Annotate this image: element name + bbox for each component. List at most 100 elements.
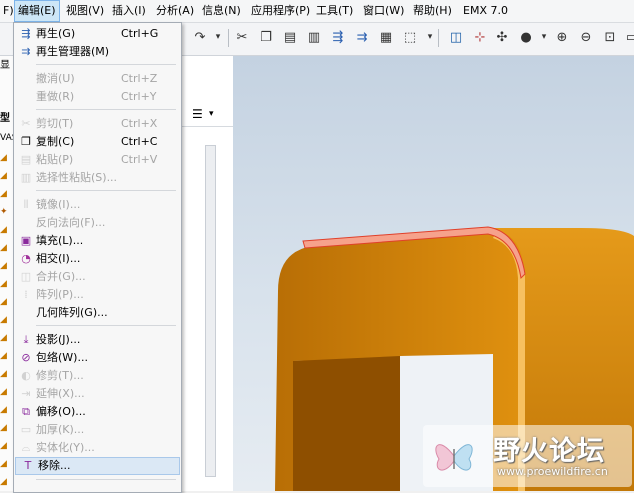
menu-insert[interactable]: 插入(I): [109, 0, 149, 22]
feature-icon[interactable]: ◢: [0, 333, 10, 343]
menu-item-project[interactable]: ⤓ 投影(J)...: [14, 331, 181, 349]
menu-item-cut[interactable]: ✂ 剪切(T) Ctrl+X: [14, 115, 181, 133]
watermark-title: 野火论坛: [493, 436, 605, 467]
menu-item-regenerate[interactable]: ⇶ 再生(G) Ctrl+G: [14, 25, 181, 43]
select-dropdown-icon[interactable]: ▾: [420, 27, 440, 47]
menu-item-shortcut: Ctrl+V: [121, 153, 158, 166]
menu-item-label: 合并(G)...: [36, 270, 86, 283]
menu-item-paste[interactable]: ▤ 粘贴(P) Ctrl+V: [14, 151, 181, 169]
menu-item-label: 包络(W)...: [36, 351, 88, 364]
feature-icon[interactable]: ◢: [0, 297, 10, 307]
menu-item-shortcut: Ctrl+C: [121, 135, 158, 148]
tree-settings-dropdown-icon[interactable]: ▾: [209, 109, 214, 119]
menu-item-label: 复制(C): [36, 135, 75, 148]
menu-tools[interactable]: 工具(T): [313, 0, 356, 22]
feature-icon[interactable]: ◢: [0, 225, 10, 235]
paste-special-icon[interactable]: ▥: [304, 27, 324, 47]
intersect-icon: ◔: [21, 252, 31, 265]
copy-icon: ❐: [21, 135, 31, 148]
menu-item-offset[interactable]: ⧉ 偏移(O)...: [14, 403, 181, 421]
paste-icon[interactable]: ▤: [280, 27, 300, 47]
vertical-scrollbar[interactable]: [205, 145, 216, 477]
menu-info[interactable]: 信息(N): [199, 0, 244, 22]
redo-dropdown-icon[interactable]: ▾: [208, 27, 228, 47]
menu-item-label: 粘贴(P): [36, 153, 74, 166]
menu-item-merge[interactable]: ◫ 合并(G)...: [14, 268, 181, 286]
menu-separator: [36, 479, 176, 480]
copy-icon[interactable]: ❐: [256, 27, 276, 47]
feature-icon[interactable]: ◢: [0, 351, 10, 361]
feature-icon[interactable]: ◢: [0, 369, 10, 379]
menu-item-label: 移除...: [38, 459, 71, 472]
menu-bar: F) 编辑(E) 视图(V) 插入(I) 分析(A) 信息(N) 应用程序(P)…: [0, 0, 634, 23]
menu-item-fill[interactable]: ▣ 填充(L)...: [14, 232, 181, 250]
menu-item-label: 再生(G): [36, 27, 76, 40]
solidify-icon: ⌓: [21, 441, 31, 454]
spin-center-icon[interactable]: ⊹: [470, 27, 490, 47]
redo-icon[interactable]: ↷: [190, 27, 210, 47]
feature-icon[interactable]: ◢: [0, 459, 10, 469]
zoom-in-icon[interactable]: ⊕: [552, 27, 572, 47]
menu-view[interactable]: 视图(V): [63, 0, 107, 22]
menu-item-geometry-pattern[interactable]: 几何阵列(G)...: [14, 304, 181, 322]
menu-separator: [36, 64, 176, 65]
regen-manager-icon[interactable]: ⇉: [352, 27, 372, 47]
feature-icon[interactable]: ◢: [0, 279, 10, 289]
feature-icon[interactable]: ◢: [0, 405, 10, 415]
menu-item-extend[interactable]: ⇥ 延伸(X)...: [14, 385, 181, 403]
select-box-icon[interactable]: ⬚: [400, 27, 420, 47]
menu-item-label: 镜像(I)...: [36, 198, 81, 211]
menu-item-shortcut: Ctrl+Z: [121, 72, 158, 85]
menu-item-remove[interactable]: T 移除...: [15, 457, 180, 475]
menu-window[interactable]: 窗口(W): [360, 0, 407, 22]
orient-icon[interactable]: ✣: [492, 27, 512, 47]
feature-icon[interactable]: ◢: [0, 423, 10, 433]
model-opening-shadow: [293, 356, 400, 491]
menu-item-copy[interactable]: ❐ 复制(C) Ctrl+C: [14, 133, 181, 151]
menu-item-mirror[interactable]: ⫴ 镜像(I)...: [14, 196, 181, 214]
feature-icon[interactable]: ◢: [0, 243, 10, 253]
regen-manager-icon: ⇉: [21, 45, 31, 58]
menu-item-intersect[interactable]: ◔ 相交(I)...: [14, 250, 181, 268]
menu-item-solidify[interactable]: ⌓ 实体化(Y)...: [14, 439, 181, 457]
menu-help[interactable]: 帮助(H): [410, 0, 455, 22]
regenerate-icon[interactable]: ⇶: [328, 27, 348, 47]
paste-icon: ▤: [20, 153, 32, 166]
shading-icon[interactable]: ●: [516, 27, 536, 47]
tree-header-label: 型: [0, 113, 10, 124]
feature-icon[interactable]: ◢: [0, 261, 10, 271]
repaint-icon[interactable]: ◫: [446, 27, 466, 47]
menu-item-thicken[interactable]: ▭ 加厚(K)...: [14, 421, 181, 439]
feature-icon[interactable]: ◢: [0, 441, 10, 451]
menu-item-trim[interactable]: ◐ 修剪(T)...: [14, 367, 181, 385]
menu-analysis[interactable]: 分析(A): [153, 0, 197, 22]
find-icon[interactable]: ▦: [376, 27, 396, 47]
feature-icon[interactable]: ◢: [0, 153, 10, 163]
menu-item-pattern[interactable]: ⁞ 阵列(P)...: [14, 286, 181, 304]
cut-icon[interactable]: ✂: [232, 27, 252, 47]
menu-item-flip-normal[interactable]: 反向法向(F)...: [14, 214, 181, 232]
saved-views-icon[interactable]: ▭: [622, 27, 634, 47]
menu-item-label: 填充(L)...: [36, 234, 84, 247]
menu-item-paste-special[interactable]: ▥ 选择性粘贴(S)...: [14, 169, 181, 187]
refit-icon[interactable]: ⊡: [600, 27, 620, 47]
feature-icon[interactable]: ◢: [0, 315, 10, 325]
toolbar-separator: [228, 29, 229, 47]
menu-edit[interactable]: 编辑(E): [14, 0, 60, 22]
edit-menu-dropdown: ⇶ 再生(G) Ctrl+G ⇉ 再生管理器(M) 撤消(U) Ctrl+Z 重…: [13, 22, 182, 493]
menu-applications[interactable]: 应用程序(P): [248, 0, 313, 22]
feature-icon[interactable]: ✦: [0, 207, 10, 217]
feature-icon[interactable]: ◢: [0, 387, 10, 397]
menu-emx[interactable]: EMX 7.0: [460, 0, 511, 22]
feature-icon[interactable]: ◢: [0, 189, 10, 199]
shading-dropdown-icon[interactable]: ▾: [534, 27, 554, 47]
menu-item-undo[interactable]: 撤消(U) Ctrl+Z: [14, 70, 181, 88]
feature-icon[interactable]: ◢: [0, 477, 10, 487]
regenerate-icon: ⇶: [21, 27, 31, 40]
menu-item-redo[interactable]: 重做(R) Ctrl+Y: [14, 88, 181, 106]
menu-item-regen-manager[interactable]: ⇉ 再生管理器(M): [14, 43, 181, 61]
tree-settings-icon[interactable]: ☰: [192, 107, 203, 121]
zoom-out-icon[interactable]: ⊖: [576, 27, 596, 47]
feature-icon[interactable]: ◢: [0, 171, 10, 181]
menu-item-wrap[interactable]: ⊘ 包络(W)...: [14, 349, 181, 367]
